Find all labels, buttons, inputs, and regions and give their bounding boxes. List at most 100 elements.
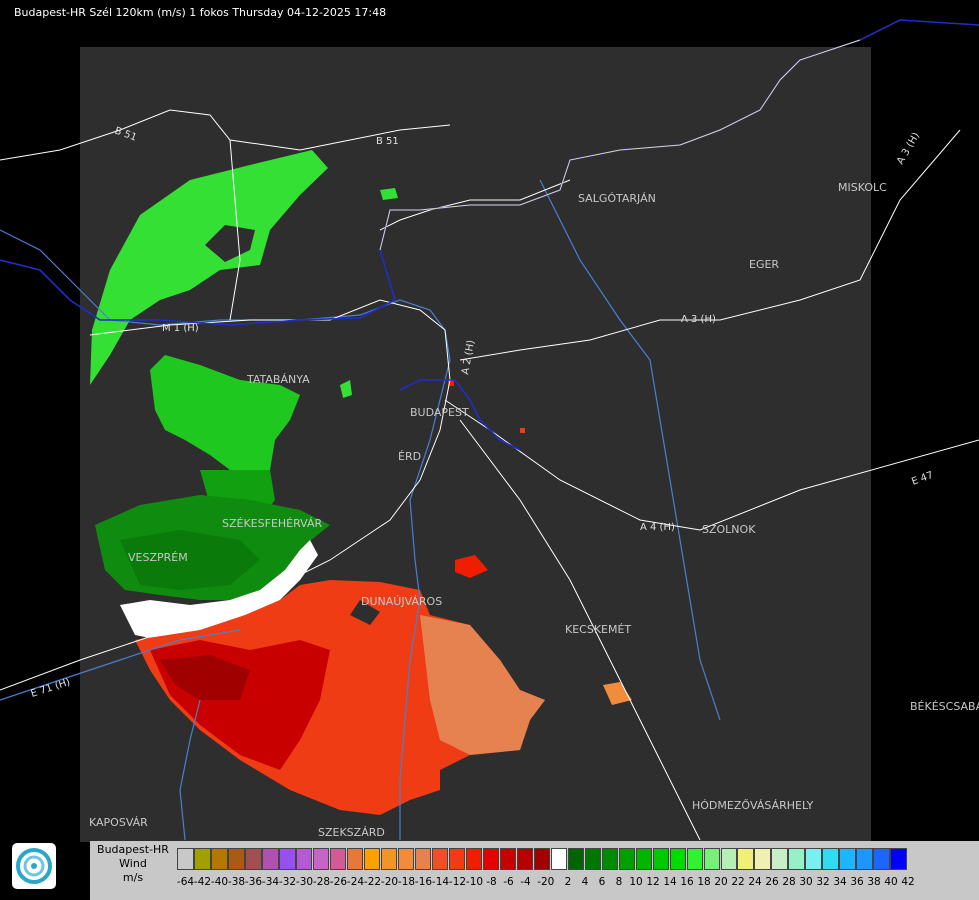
- legend-tick-label: -18: [397, 876, 416, 888]
- legend-tick-label: 16: [680, 876, 694, 888]
- legend-tick-label: -28: [312, 876, 331, 888]
- legend-swatch: [873, 848, 890, 870]
- city-label: TATABÁNYA: [246, 373, 310, 386]
- legend-tick-label: 28: [782, 876, 796, 888]
- legend-swatch: [261, 848, 279, 870]
- road-label: A 4 (H): [640, 522, 675, 533]
- legend-swatch: [448, 848, 466, 870]
- city-label: SZÉKESFEHÉRVÁR: [222, 517, 323, 530]
- city-label: DUNAÚJVÁROS: [361, 595, 442, 608]
- legend-tick-label: 36: [850, 876, 864, 888]
- legend-swatch: [193, 848, 211, 870]
- legend-tick-label: -30: [295, 876, 314, 888]
- legend-swatch: [499, 848, 517, 870]
- city-label: KECSKEMÉT: [565, 623, 631, 636]
- legend-swatch: [618, 848, 636, 870]
- legend-tick-label: -24: [346, 876, 365, 888]
- legend-tick-label: -16: [414, 876, 433, 888]
- legend-tick-label: 2: [564, 876, 572, 888]
- legend-tick-label: 26: [765, 876, 779, 888]
- legend-tick-label: 4: [581, 876, 589, 888]
- legend-swatch: [720, 848, 738, 870]
- road-label: B 51: [376, 136, 399, 147]
- legend-tick-label: 38: [867, 876, 881, 888]
- city-label: BÉKÉSCSABA: [910, 700, 979, 713]
- legend-tick-label: 10: [629, 876, 643, 888]
- legend-swatch: [210, 848, 228, 870]
- city-label: SALGÓTARJÁN: [578, 192, 656, 205]
- legend-tick-label: 42: [901, 876, 915, 888]
- legend-label-line: Wind: [119, 857, 147, 870]
- legend-tick-label: -26: [329, 876, 348, 888]
- legend-tick-label: -12: [448, 876, 467, 888]
- legend-swatch: [244, 848, 262, 870]
- legend-swatch: [771, 848, 789, 870]
- legend-tick-label: 22: [731, 876, 745, 888]
- city-label: HÓDMEZŐVÁSÁRHELY: [692, 798, 814, 812]
- omsz-logo-icon: [12, 843, 56, 889]
- legend-swatch: [635, 848, 653, 870]
- legend-swatch: [890, 848, 907, 870]
- legend-swatch: [431, 848, 449, 870]
- legend-swatch: [295, 848, 313, 870]
- legend-tick-label: -8: [486, 876, 497, 888]
- legend-tick-label: -40: [210, 876, 229, 888]
- legend-swatch: [278, 848, 296, 870]
- legend-swatch: [788, 848, 806, 870]
- legend-tick-label: 24: [748, 876, 762, 888]
- legend-tick-label: -10: [465, 876, 484, 888]
- legend-tick-label: -20: [380, 876, 399, 888]
- legend-swatch: [465, 848, 483, 870]
- legend-tick-label: -42: [193, 876, 212, 888]
- city-label: MISKOLC: [838, 181, 887, 194]
- legend-swatch: [482, 848, 500, 870]
- city-label: EGER: [749, 258, 779, 271]
- legend-tick-label: 18: [697, 876, 711, 888]
- legend-swatch: [805, 848, 823, 870]
- city-label: SZEKSZÁRD: [318, 826, 385, 839]
- legend-tick-label: -14: [431, 876, 450, 888]
- legend-tick-label: -36: [244, 876, 263, 888]
- legend-swatch: [346, 848, 364, 870]
- legend-tick-label: -64: [176, 876, 195, 888]
- city-label: VESZPRÉM: [128, 551, 188, 564]
- legend-label: Budapest-HR Wind m/s: [90, 843, 176, 885]
- city-label: BUDAPEST: [410, 406, 469, 419]
- legend-tick-label: -4: [520, 876, 531, 888]
- legend-swatch: [737, 848, 755, 870]
- legend-tick-label: 12: [646, 876, 660, 888]
- road-label: M 1 (H): [162, 323, 199, 334]
- legend-swatch: [584, 848, 602, 870]
- legend-label-line: m/s: [122, 871, 144, 884]
- legend-tick-label: -32: [278, 876, 297, 888]
- legend-swatch: [686, 848, 704, 870]
- legend-swatch: [567, 848, 585, 870]
- legend-tick-label: 8: [615, 876, 623, 888]
- city-label: SZOLNOK: [702, 523, 756, 536]
- legend-swatch: [754, 848, 772, 870]
- legend-tick-label: 6: [598, 876, 606, 888]
- legend-swatch: [516, 848, 534, 870]
- legend-swatch: [380, 848, 398, 870]
- legend-swatch: [822, 848, 839, 870]
- legend-swatch: [601, 848, 619, 870]
- road-label: A 3 (H): [681, 314, 716, 325]
- legend-swatch: [177, 848, 194, 870]
- legend-swatch: [533, 848, 551, 870]
- city-label: KAPOSVÁR: [89, 816, 148, 829]
- legend-swatch: [652, 848, 670, 870]
- legend-swatch: [329, 848, 347, 870]
- legend-swatch: [839, 848, 856, 870]
- legend-tick-label: 14: [663, 876, 677, 888]
- legend-swatch: [312, 848, 330, 870]
- page-title: Budapest-HR Szél 120km (m/s) 1 fokos Thu…: [14, 6, 387, 19]
- legend-tick-label: -34: [261, 876, 280, 888]
- legend-swatch: [414, 848, 432, 870]
- legend-tick-label: 0: [547, 876, 555, 888]
- legend-swatches: [177, 848, 907, 870]
- legend-swatch: [856, 848, 873, 870]
- legend-tick-label: 40: [884, 876, 898, 888]
- legend-tick-label: 34: [833, 876, 847, 888]
- legend-tick-label: -6: [503, 876, 514, 888]
- legend-swatch: [397, 848, 415, 870]
